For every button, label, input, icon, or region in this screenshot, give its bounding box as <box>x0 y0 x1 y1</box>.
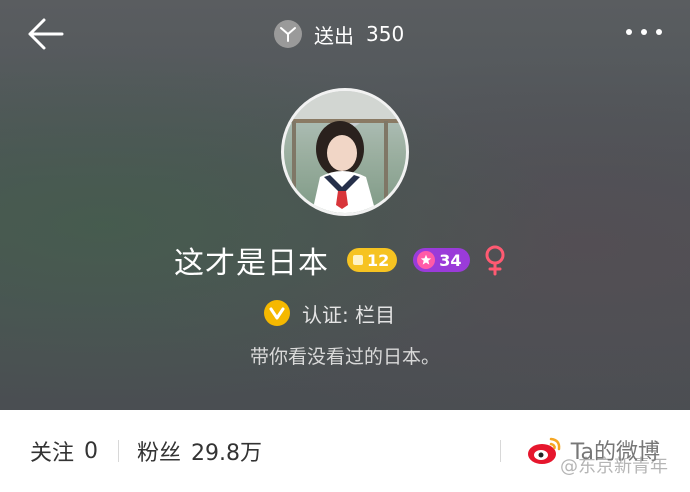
star-icon <box>417 251 436 269</box>
follow-stat[interactable]: 关注 0 <box>30 435 98 467</box>
star-value: 34 <box>439 250 462 270</box>
profile-bio: 带你看没看过的日本。 <box>249 346 440 368</box>
fans-stat[interactable]: 粉丝 29.8万 <box>137 435 262 467</box>
fans-count: 29.8万 <box>191 441 263 466</box>
avatar-photo <box>284 91 406 213</box>
star-badge[interactable]: 34 <box>413 248 470 272</box>
level-badge[interactable]: 12 <box>347 248 398 272</box>
follow-label: 关注 <box>30 441 75 466</box>
sent-count: 350 <box>366 22 405 46</box>
profile-header: 送出 350 这才是日本 12 34 认证: 栏目 带你看没看过的日本。 <box>0 0 690 410</box>
fans-label: 粉丝 <box>137 441 182 466</box>
more-dot-icon <box>656 29 662 35</box>
stats-bar: 关注 0 粉丝 29.8万 Ta的微博 @东京新青年 <box>0 410 690 492</box>
more-dot-icon <box>626 29 632 35</box>
profile-name: 这才是日本 <box>174 246 329 281</box>
verified-icon <box>264 300 290 326</box>
level-icon <box>353 255 363 265</box>
more-button[interactable] <box>624 22 664 42</box>
more-dot-icon <box>641 29 647 35</box>
gifts-sent: 送出 350 <box>274 19 404 49</box>
female-icon <box>485 245 505 276</box>
weibo-icon <box>527 437 561 464</box>
verification-row: 认证: 栏目 <box>264 298 395 328</box>
sent-label: 送出 <box>314 23 354 48</box>
name-row: 这才是日本 12 34 <box>174 238 508 282</box>
verification-text: 认证: 栏目 <box>302 302 396 327</box>
weibo-divider <box>500 440 501 462</box>
gift-icon <box>274 20 302 48</box>
level-value: 12 <box>367 250 390 270</box>
back-arrow-icon <box>28 18 64 50</box>
avatar[interactable] <box>281 88 409 216</box>
watermark: @东京新青年 <box>560 456 668 477</box>
follow-count: 0 <box>84 438 99 464</box>
stat-divider <box>118 440 120 462</box>
back-button[interactable] <box>26 16 66 52</box>
